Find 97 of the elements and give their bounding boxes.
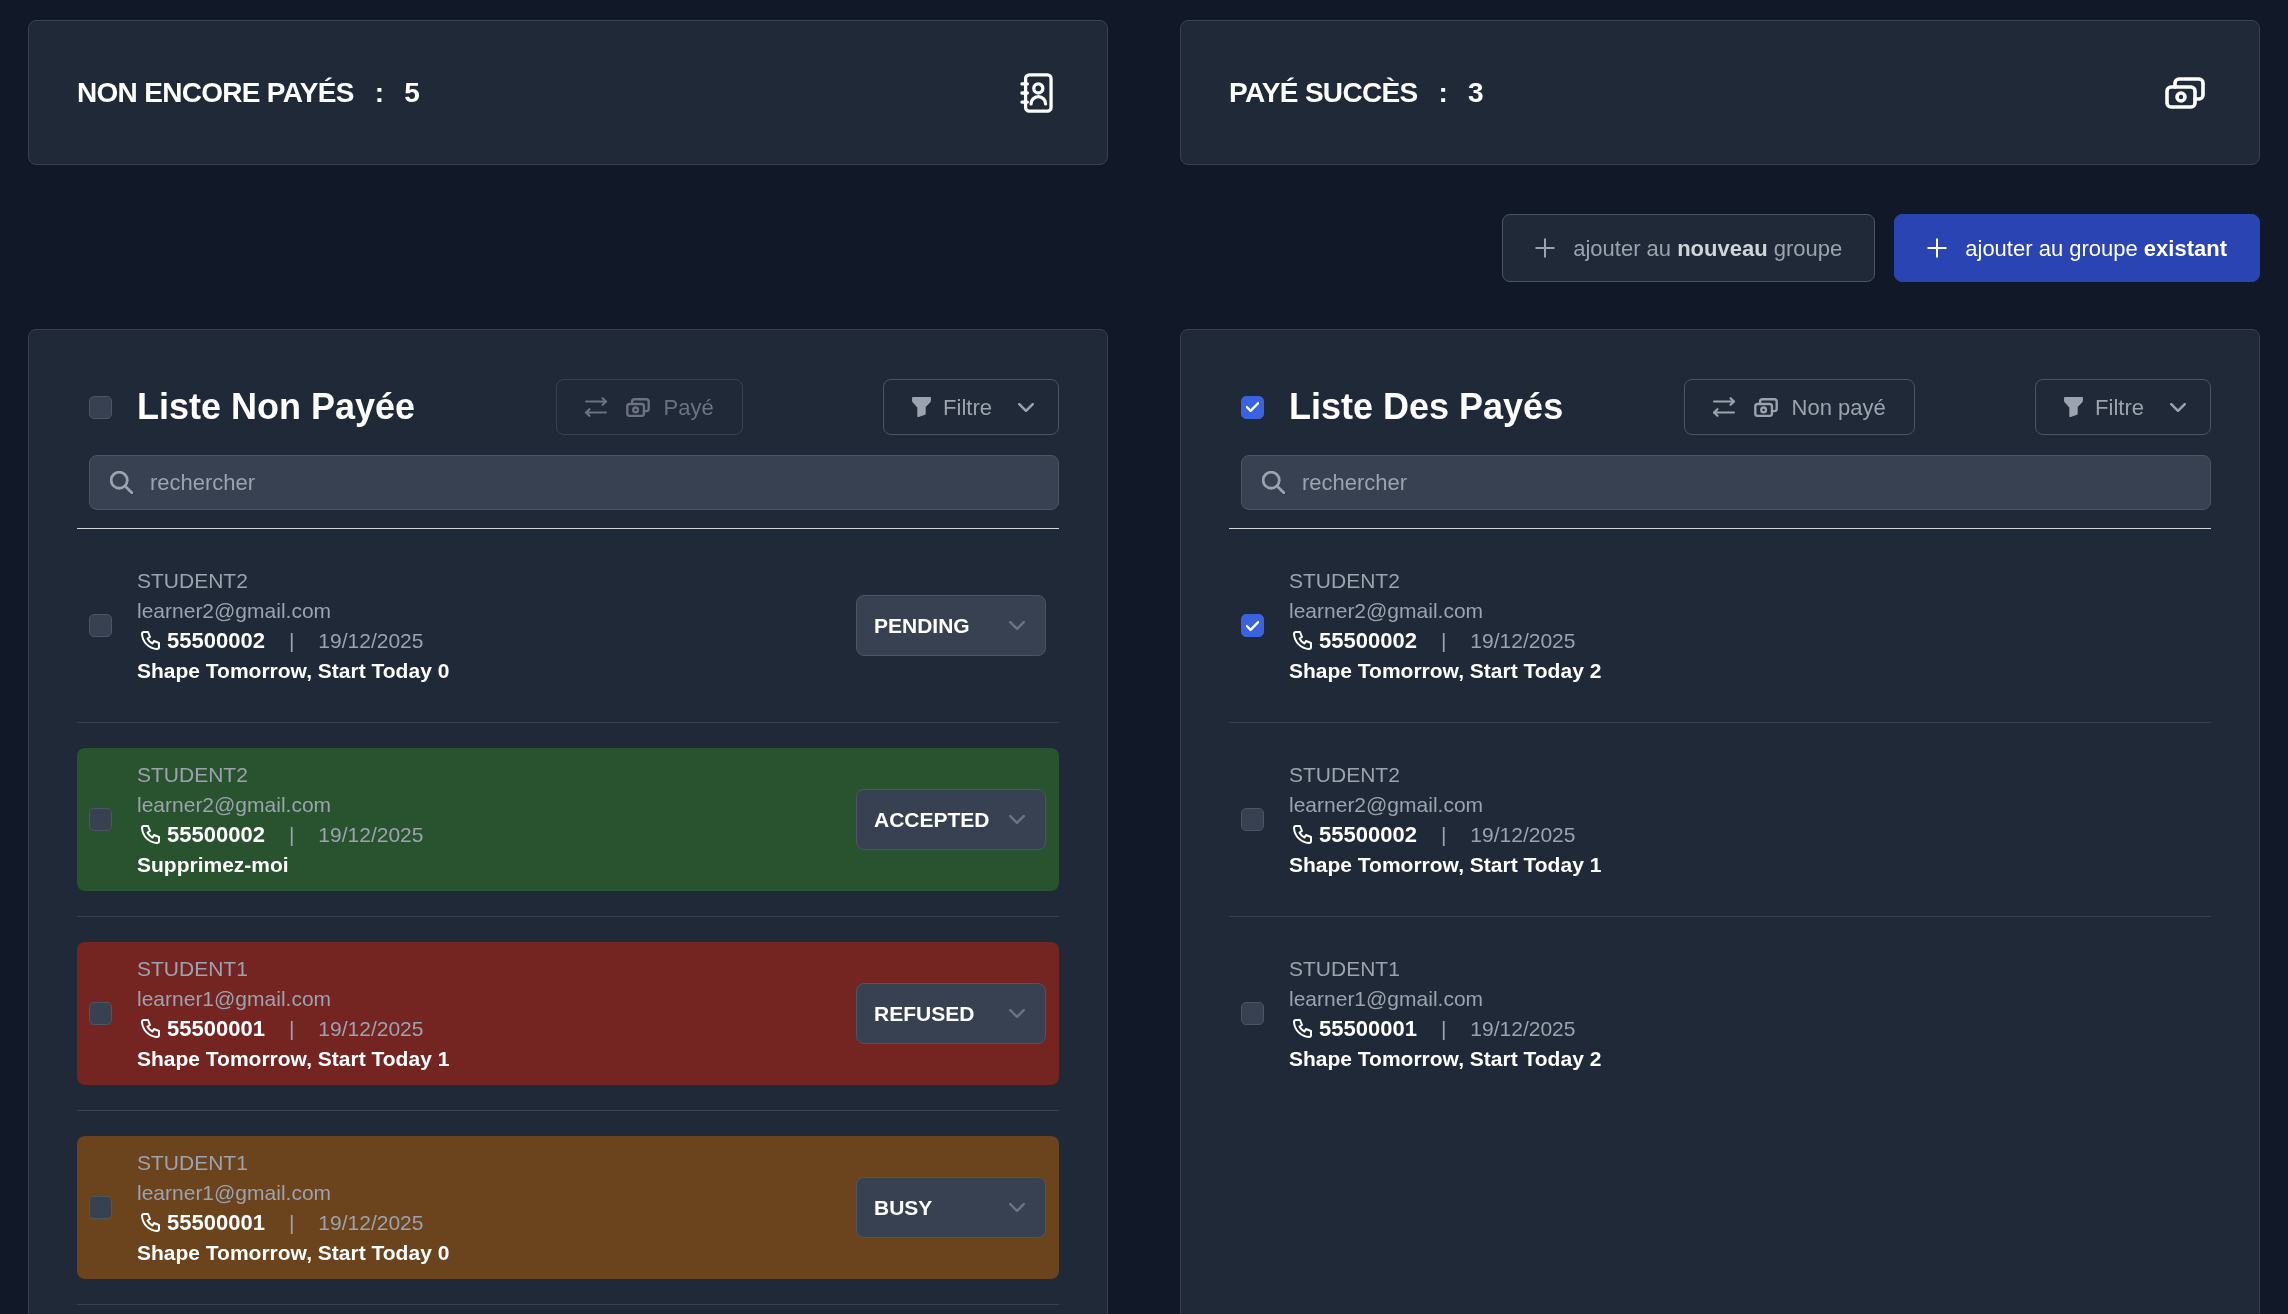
separator-text: | — [1440, 1015, 1447, 1042]
student-name: STUDENT1 — [1289, 955, 1401, 982]
subtitle-text: Supprimez-moi — [137, 851, 290, 878]
student-name: STUDENT2 — [1289, 761, 1401, 788]
separator-text: | — [1440, 627, 1447, 654]
email-text: learner2@gmail.com — [1289, 791, 1485, 818]
date-text: 19/12/2025 — [1470, 821, 1576, 848]
separator-text: | — [288, 1209, 295, 1236]
status-dropdown[interactable]: ACCEPTED — [856, 789, 1046, 850]
checkmark-icon — [1246, 620, 1259, 631]
phone-number: 55500002 — [167, 820, 265, 849]
phone-icon — [141, 824, 161, 845]
subtitle-text: Shape Tomorrow, Start Today 0 — [137, 657, 450, 684]
chevron-down-icon — [1009, 621, 1025, 630]
checkbox[interactable] — [1241, 1002, 1264, 1025]
summary-label: NON ENCORE PAYÉS — [77, 75, 354, 110]
chevron-down-icon — [1018, 402, 1034, 412]
date-text: 19/12/2025 — [318, 1209, 424, 1236]
phone-number: 55500002 — [1319, 820, 1417, 849]
banknotes-icon — [1753, 397, 1778, 417]
filter-button[interactable]: Filtre — [2035, 379, 2211, 435]
student-name: STUDENT1 — [137, 1149, 249, 1176]
student-name: STUDENT1 — [137, 955, 249, 982]
phone-icon — [141, 1018, 161, 1039]
phone-icon — [141, 630, 161, 651]
colon-text: : — [374, 75, 384, 110]
checkbox[interactable] — [89, 395, 112, 419]
date-text: 19/12/2025 — [318, 1015, 424, 1042]
phone-number: 55500002 — [167, 626, 265, 655]
subtitle-text: Shape Tomorrow, Start Today 1 — [137, 1045, 450, 1072]
status-dropdown[interactable]: PENDING — [856, 595, 1046, 656]
plus-icon — [1927, 238, 1948, 258]
colon-text: : — [1438, 75, 1447, 110]
phone-icon — [1293, 630, 1313, 651]
checkbox[interactable] — [1241, 395, 1264, 419]
subtitle-text: Shape Tomorrow, Start Today 2 — [1289, 657, 1602, 684]
phone-icon — [1293, 1018, 1313, 1039]
chevron-down-icon — [2170, 402, 2186, 412]
list-title: Liste Non Payée — [137, 385, 416, 429]
checkbox[interactable] — [89, 614, 112, 637]
chevron-down-icon — [1009, 1203, 1025, 1212]
chevron-down-icon — [1009, 815, 1025, 824]
banknotes-icon — [2165, 76, 2205, 109]
checkbox[interactable] — [1241, 808, 1264, 831]
separator-text: | — [288, 1015, 295, 1042]
phone-icon — [141, 1212, 161, 1233]
date-text: 19/12/2025 — [318, 627, 424, 654]
banknotes-icon — [625, 397, 650, 417]
date-text: 19/12/2025 — [1470, 627, 1576, 654]
separator-text: | — [288, 627, 295, 654]
subtitle-text: Shape Tomorrow, Start Today 2 — [1289, 1045, 1602, 1072]
checkbox[interactable] — [1241, 614, 1264, 637]
add-to-group-button[interactable]: ajouter au nouveau groupe — [1502, 214, 1876, 282]
filter-button[interactable]: Filtre — [883, 379, 1059, 435]
move-button[interactable]: Non payé — [1683, 379, 1915, 435]
email-text: learner1@gmail.com — [137, 985, 333, 1012]
count-value: 3 — [1468, 75, 1483, 110]
swap-arrows-icon — [1712, 397, 1735, 417]
checkmark-icon — [1246, 402, 1259, 412]
student-name: STUDENT2 — [137, 761, 249, 788]
search-field[interactable]: rechercher — [89, 455, 1059, 510]
search-icon — [1262, 471, 1285, 494]
date-text: 19/12/2025 — [1470, 1015, 1576, 1042]
email-text: learner2@gmail.com — [137, 791, 333, 818]
search-field[interactable]: rechercher — [1241, 455, 2211, 510]
email-text: learner1@gmail.com — [137, 1179, 333, 1206]
count-value: 5 — [404, 75, 420, 110]
student-name: STUDENT2 — [137, 567, 249, 594]
phone-number: 55500001 — [1319, 1014, 1417, 1043]
email-text: learner2@gmail.com — [137, 597, 333, 624]
status-dropdown[interactable]: BUSY — [856, 1177, 1046, 1238]
checkbox[interactable] — [89, 1002, 112, 1025]
add-to-group-button[interactable]: ajouter au groupe existant — [1894, 214, 2260, 282]
swap-arrows-icon — [584, 397, 607, 417]
checkbox[interactable] — [89, 1196, 112, 1219]
phone-icon — [1293, 824, 1313, 845]
filter-icon — [912, 397, 932, 417]
separator-text: | — [1440, 821, 1447, 848]
separator-text: | — [288, 821, 295, 848]
date-text: 19/12/2025 — [318, 821, 424, 848]
student-name: STUDENT2 — [1289, 567, 1401, 594]
subtitle-text: Shape Tomorrow, Start Today 0 — [137, 1239, 450, 1266]
email-text: learner2@gmail.com — [1289, 597, 1485, 624]
phone-number: 55500001 — [167, 1208, 265, 1237]
filter-icon — [2064, 397, 2084, 417]
checkbox[interactable] — [89, 808, 112, 831]
address-book-icon — [1020, 72, 1053, 113]
plus-icon — [1535, 238, 1556, 258]
search-icon — [110, 471, 133, 494]
summary-label: PAYÉ SUCCÈS — [1229, 75, 1418, 110]
subtitle-text: Shape Tomorrow, Start Today 1 — [1289, 851, 1602, 878]
chevron-down-icon — [1009, 1009, 1025, 1018]
email-text: learner1@gmail.com — [1289, 985, 1485, 1012]
list-title: Liste Des Payés — [1289, 385, 1564, 429]
status-dropdown[interactable]: REFUSED — [856, 983, 1046, 1044]
phone-number: 55500001 — [167, 1014, 265, 1043]
phone-number: 55500002 — [1319, 626, 1417, 655]
